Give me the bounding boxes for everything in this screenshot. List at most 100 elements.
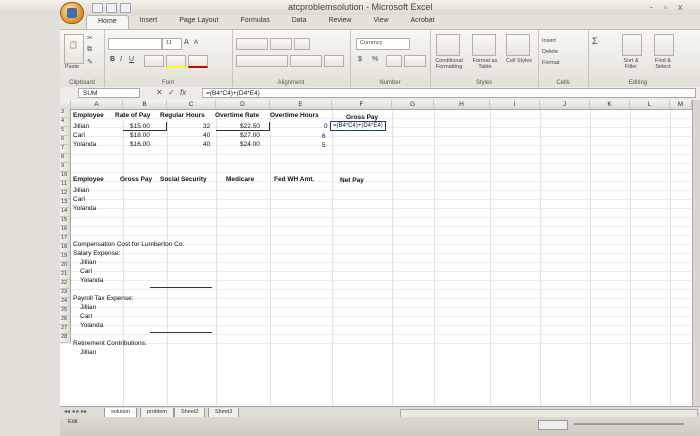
delete-button[interactable]: Delete: [542, 49, 558, 55]
find-select-icon[interactable]: [654, 34, 674, 56]
font-size-select[interactable]: 11: [162, 38, 182, 50]
row-header[interactable]: 7: [60, 145, 71, 154]
format-table-icon[interactable]: [472, 34, 496, 56]
font-name-select[interactable]: [108, 38, 162, 50]
italic-button[interactable]: I: [120, 56, 122, 63]
close-button[interactable]: x: [678, 2, 683, 12]
cell-a11[interactable]: Carl: [73, 196, 85, 203]
row-header[interactable]: 20: [60, 262, 71, 271]
row-header[interactable]: 8: [60, 154, 71, 163]
cell-c6[interactable]: 40: [203, 141, 210, 148]
cell-f9[interactable]: Net Pay: [340, 177, 364, 184]
save-icon[interactable]: [92, 3, 103, 13]
format-button[interactable]: Format: [542, 60, 559, 66]
top-align-button[interactable]: [236, 38, 268, 50]
cell-a26[interactable]: Retirement Contributions:: [73, 340, 147, 347]
cell-a3[interactable]: Employee: [73, 112, 104, 119]
insert-function-icon[interactable]: fx: [180, 88, 186, 97]
column-header-e[interactable]: E: [270, 100, 332, 109]
row-header[interactable]: 21: [60, 271, 71, 280]
bold-button[interactable]: B: [110, 56, 115, 63]
wrap-text-button[interactable]: [294, 38, 310, 50]
formula-input[interactable]: =(B4*C4)+(D4*E4): [202, 88, 696, 98]
row-header[interactable]: 4: [60, 118, 71, 127]
tab-view[interactable]: View: [362, 15, 399, 29]
cell-c5[interactable]: 40: [203, 132, 210, 139]
autosum-button[interactable]: Σ: [592, 36, 598, 46]
fill-color-button[interactable]: [166, 55, 186, 68]
cell-styles-icon[interactable]: [506, 34, 530, 56]
tab-insert[interactable]: Insert: [129, 15, 169, 29]
cell-d9[interactable]: Medicare: [226, 176, 254, 183]
cell-a17[interactable]: Jillian: [80, 259, 96, 266]
format-as-table-button[interactable]: Format as Table: [468, 58, 502, 70]
cut-icon[interactable]: ✂: [87, 34, 93, 42]
office-button[interactable]: [60, 2, 84, 24]
row-header[interactable]: 13: [60, 199, 71, 208]
vertical-scrollbar[interactable]: [692, 100, 700, 406]
row-header[interactable]: 25: [60, 307, 71, 316]
column-header-g[interactable]: G: [392, 100, 434, 109]
select-all-corner[interactable]: [60, 100, 71, 109]
row-header[interactable]: 28: [60, 334, 71, 343]
cell-b9[interactable]: Gross Pay: [120, 176, 152, 183]
row-header[interactable]: 26: [60, 316, 71, 325]
cell-a19[interactable]: Yolanda: [80, 277, 103, 284]
decimal-buttons[interactable]: [404, 55, 426, 67]
cell-a27[interactable]: Jillian: [80, 349, 96, 356]
cell-e3[interactable]: Overtime Hours: [270, 112, 319, 119]
row-header[interactable]: 12: [60, 190, 71, 199]
enter-icon[interactable]: ✓: [168, 88, 175, 97]
comma-style-button[interactable]: [386, 55, 402, 67]
cell-styles-button[interactable]: Cell Styles: [504, 58, 534, 64]
column-header-b[interactable]: B: [123, 100, 167, 109]
cell-a23[interactable]: Carl: [80, 313, 92, 320]
cell-a4[interactable]: Jillian: [73, 123, 89, 130]
cell-a16[interactable]: Salary Expense:: [73, 250, 120, 257]
maximize-button[interactable]: ▫: [664, 2, 667, 12]
sort-filter-icon[interactable]: [622, 34, 642, 56]
merge-center-button[interactable]: [324, 55, 344, 67]
format-painter-icon[interactable]: ✎: [87, 58, 93, 66]
undo-icon[interactable]: [106, 3, 117, 13]
row-header[interactable]: 19: [60, 253, 71, 262]
cell-c3[interactable]: Regular Hours: [160, 112, 205, 119]
minimize-button[interactable]: -: [650, 2, 653, 12]
cell-a22[interactable]: Jillian: [80, 304, 96, 311]
cell-c9[interactable]: Social Security: [160, 176, 207, 183]
copy-icon[interactable]: ⧉: [87, 46, 92, 54]
row-header[interactable]: 11: [60, 181, 71, 190]
column-header-j[interactable]: J: [540, 100, 590, 109]
tab-acrobat[interactable]: Acrobat: [400, 15, 446, 29]
column-header-k[interactable]: K: [590, 100, 630, 109]
indent-buttons[interactable]: [290, 55, 322, 67]
currency-button[interactable]: $: [358, 56, 362, 63]
column-header-f[interactable]: F: [332, 100, 392, 109]
cell-d3[interactable]: Overtime Rate: [215, 112, 259, 119]
cell-d5[interactable]: $27.00: [240, 132, 260, 139]
number-format-select[interactable]: Currency: [356, 38, 410, 50]
cancel-icon[interactable]: ✕: [156, 88, 163, 97]
row-header[interactable]: 16: [60, 226, 71, 235]
column-header-l[interactable]: L: [630, 100, 670, 109]
zoom-slider[interactable]: [574, 423, 684, 425]
row-header[interactable]: 17: [60, 235, 71, 244]
cell-e6[interactable]: 5: [322, 142, 326, 149]
tab-formulas[interactable]: Formulas: [230, 15, 281, 29]
cell-d6[interactable]: $24.00: [240, 141, 260, 148]
row-header[interactable]: 5: [60, 127, 71, 136]
cell-a9[interactable]: Employee: [73, 176, 104, 183]
column-header-h[interactable]: H: [434, 100, 490, 109]
worksheet-grid[interactable]: A B C D E F G H I J K L M 3 4 5 6 7 8 9 10 11 12 1…: [60, 100, 700, 406]
percent-button[interactable]: %: [372, 56, 378, 63]
orientation-button[interactable]: [270, 38, 292, 50]
cell-a5[interactable]: Carl: [73, 132, 85, 139]
grow-font-button[interactable]: A: [184, 39, 189, 46]
cell-c4[interactable]: 32: [203, 123, 210, 130]
sort-filter-button[interactable]: Sort & Filter: [618, 58, 644, 70]
borders-button[interactable]: [144, 55, 164, 67]
underline-button[interactable]: U: [129, 56, 134, 63]
font-color-button[interactable]: [188, 55, 208, 68]
tab-review[interactable]: Review: [318, 15, 363, 29]
row-header[interactable]: 27: [60, 325, 71, 334]
